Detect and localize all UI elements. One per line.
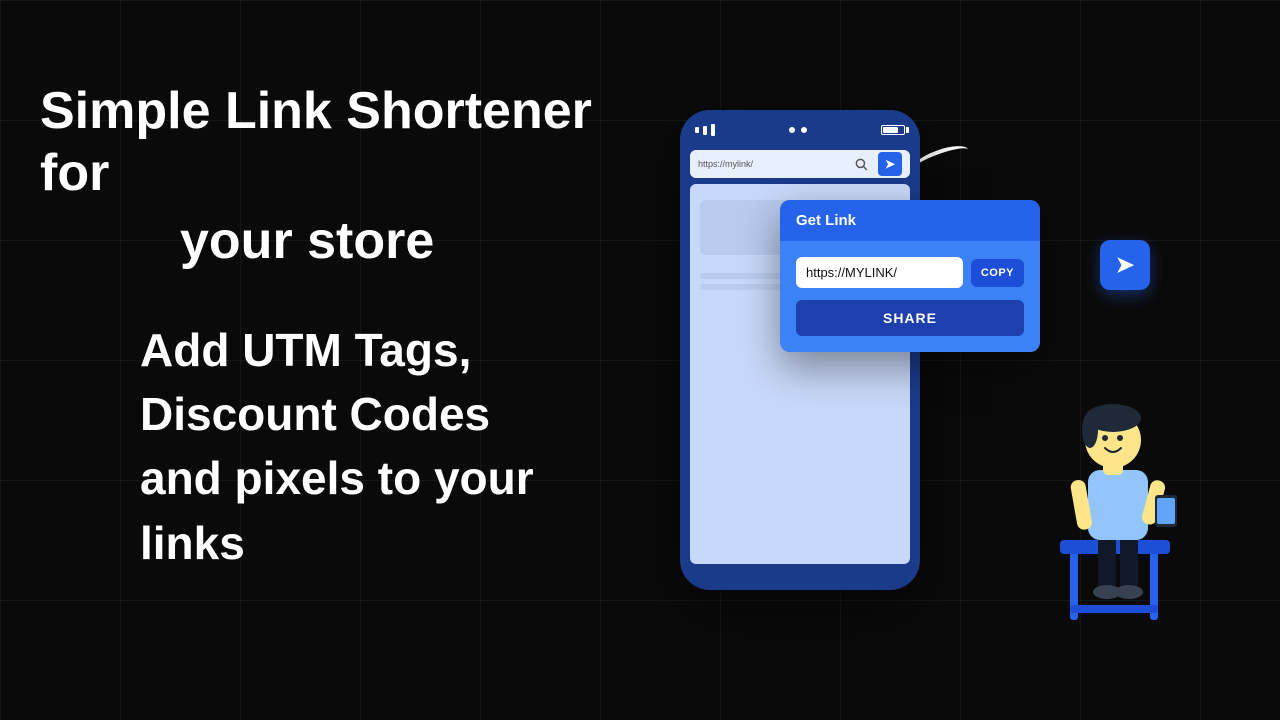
bar3 — [711, 124, 715, 136]
bar1 — [695, 127, 699, 133]
popup-body: https://MYLINK/ COPY SHARE — [780, 241, 1040, 352]
left-section: Simple Link Shortener for your store Add… — [40, 80, 600, 575]
phone-notch — [789, 127, 807, 133]
headline-line2: your store — [180, 205, 600, 278]
person-illustration — [970, 340, 1190, 640]
address-text: https://mylink/ — [698, 159, 848, 169]
headline-line1: Simple Link Shortener for — [40, 80, 600, 205]
get-link-popup: Get Link https://MYLINK/ COPY SHARE — [780, 200, 1040, 352]
phone-address-bar[interactable]: https://mylink/ ➤ — [690, 150, 910, 178]
notch-dot1 — [789, 127, 795, 133]
copy-button[interactable]: COPY — [971, 259, 1024, 287]
feature-line3: and pixels to your links — [140, 446, 600, 575]
link-url-display[interactable]: https://MYLINK/ — [796, 257, 963, 288]
arrow-icon-symbol: ➤ — [1116, 252, 1134, 278]
feature-line1: Add UTM Tags, — [140, 318, 600, 382]
battery-icon — [881, 125, 905, 135]
popup-header: Get Link — [780, 200, 1040, 241]
signal-bars — [695, 124, 715, 136]
bar2 — [703, 126, 707, 135]
right-section: https://mylink/ ➤ Get Link — [600, 60, 1200, 660]
floating-arrow-icon: ➤ — [1100, 240, 1150, 290]
phone-search-icon — [854, 157, 868, 171]
phone-top-bar — [680, 110, 920, 150]
go-button[interactable]: ➤ — [878, 152, 902, 176]
feature-line2: Discount Codes — [140, 382, 600, 446]
battery-fill — [883, 127, 898, 133]
link-row: https://MYLINK/ COPY — [796, 257, 1024, 288]
go-arrow-icon: ➤ — [885, 157, 895, 171]
notch-dot2 — [801, 127, 807, 133]
share-button[interactable]: SHARE — [796, 300, 1024, 336]
